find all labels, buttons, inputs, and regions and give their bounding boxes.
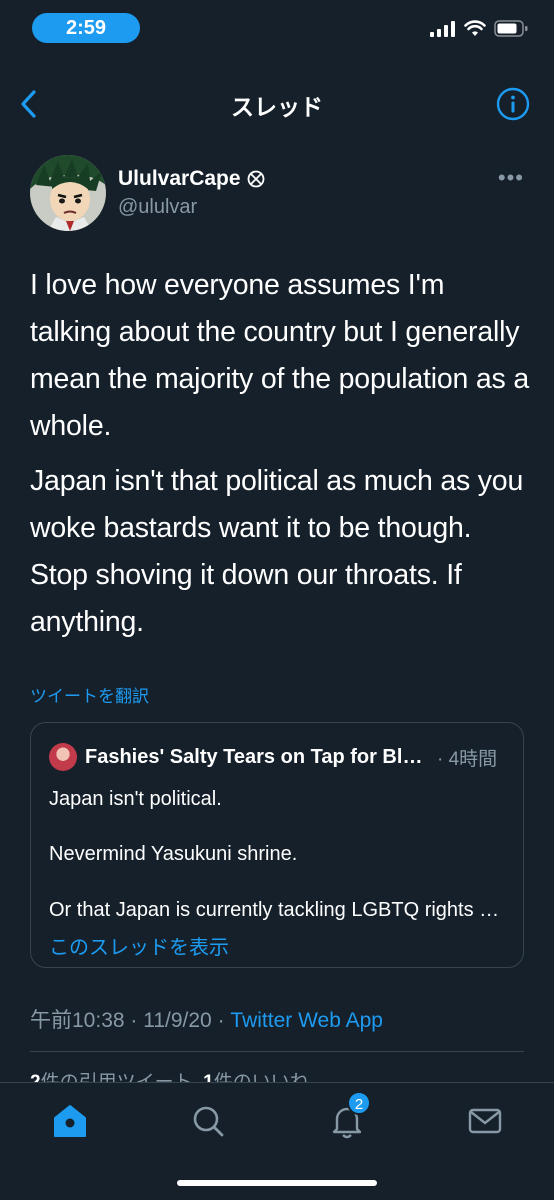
meta-separator: · [211,1009,231,1032]
tweet-author: UlulvarCape @ululvar ••• [30,155,530,231]
quote-avatar [49,743,77,771]
tweet-time: 午前10:38 [30,1009,125,1032]
quote-line: Japan isn't political. [49,788,222,810]
quote-line: Or that Japan is currently tackling LGBT… [49,899,505,921]
avatar[interactable] [30,155,106,231]
author-handle[interactable]: @ululvar [118,196,197,219]
tab-messages[interactable] [465,1101,505,1141]
display-name-text: UlulvarCape [118,167,241,190]
quote-count: 2 [30,1072,41,1082]
divider [30,1051,524,1052]
quote-count-label: 件の引用ツイート [41,1072,193,1082]
status-icons [430,20,528,37]
signal-icon [430,21,455,37]
avatar-image [30,155,106,231]
home-icon [54,1105,86,1137]
blocked-emoji-icon [247,170,264,188]
wifi-icon [464,20,486,36]
translate-tweet-link[interactable]: ツイートを翻訳 [30,682,149,707]
tweet-source-link[interactable]: Twitter Web App [230,1009,383,1032]
quoted-tweet-card[interactable]: Fashies' Salty Tears on Tap for Bloodthi… [30,722,524,968]
tab-home[interactable] [50,1101,90,1141]
tab-search[interactable] [188,1101,228,1141]
search-icon [193,1106,224,1137]
notification-badge: 2 [347,1091,371,1115]
page-title: スレッド [231,94,323,120]
like-count: 1 [203,1072,214,1082]
mail-icon [468,1108,502,1134]
quote-line: Nevermind Yasukuni shrine. [49,843,298,865]
status-bar: 2:59 [0,0,554,56]
info-icon [496,87,530,121]
quote-author-name: Fashies' Salty Tears on Tap for Bloodthi… [85,745,429,768]
tweet-meta: 午前10:38 · 11/9/20 · Twitter Web App [30,1004,383,1034]
tweet-text: I love how everyone assumes I'm talking … [30,262,530,654]
tab-notifications[interactable]: 2 [327,1091,371,1141]
home-indicator [177,1180,377,1186]
author-display-name[interactable]: UlulvarCape [118,167,265,191]
status-time: 2:59 [32,13,140,43]
show-thread-link[interactable]: このスレッドを表示 [49,931,229,960]
engagement-stats[interactable]: 2件の引用ツイート 1件のいいね [30,1070,309,1082]
quote-header: Fashies' Salty Tears on Tap for Bloodthi… [49,743,505,771]
tweet-paragraph: I love how everyone assumes I'm talking … [30,269,529,442]
info-button[interactable] [496,87,530,121]
tweet-date: 11/9/20 [143,1009,212,1032]
battery-icon [494,20,528,37]
like-count-label: 件のいいね [214,1072,309,1082]
meta-separator: · [124,1009,144,1032]
thread-header: スレッド [0,76,554,132]
more-options-button[interactable]: ••• [498,165,524,191]
quote-timestamp: · 4時間 [437,748,498,770]
tweet-paragraph: Japan isn't that political as much as yo… [30,465,524,638]
